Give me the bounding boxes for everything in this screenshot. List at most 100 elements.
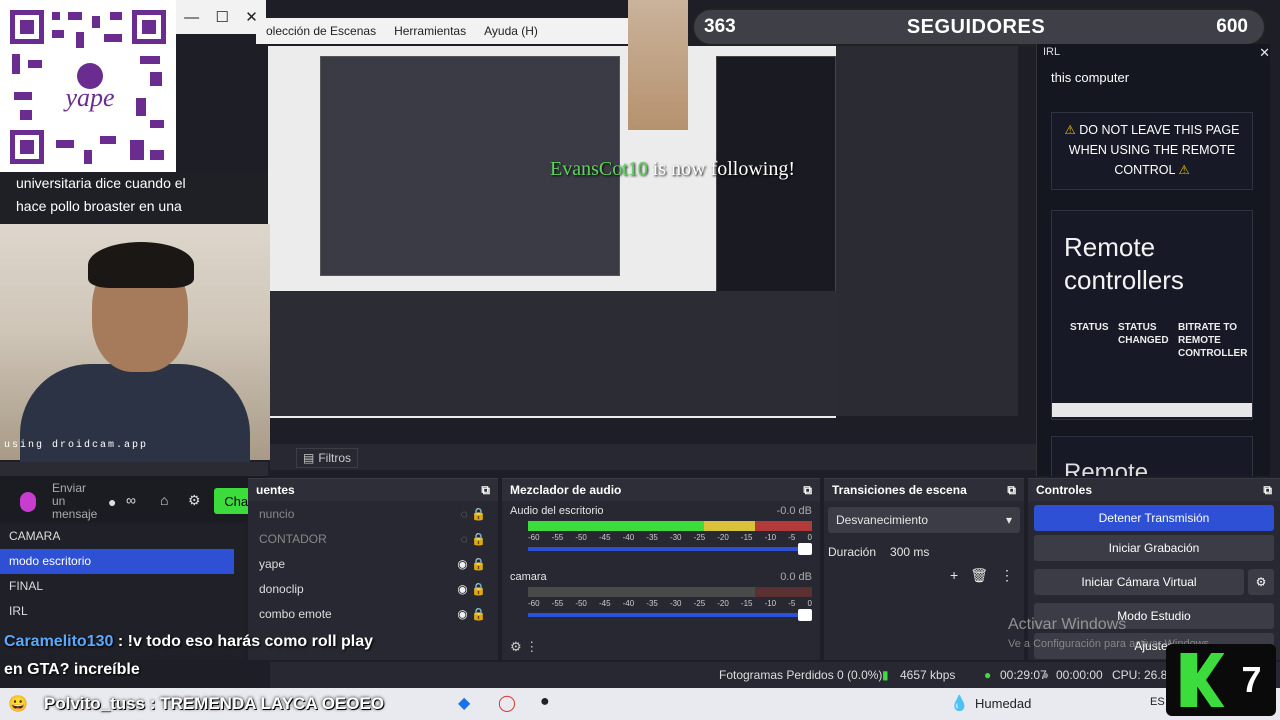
- irl-dock: IRL ✕ this computer ⚠ DO NOT LEAVE THIS …: [1036, 44, 1270, 476]
- svg-text:yape: yape: [62, 83, 114, 112]
- controls-header: Controles ⧉: [1028, 479, 1280, 501]
- meter-tick: -40: [622, 533, 635, 542]
- taskbar: 😀 Polvito_tuss : TREMENDA LAYCA OEOEO ◆ …: [0, 688, 1280, 720]
- undock-icon[interactable]: ⧉: [1007, 483, 1016, 498]
- remote-controllers-title: Remote controllers: [1064, 232, 1184, 295]
- mixer-track: camara 0.0 dB -60 -55 -50 -45 -40 -35 -30 -25 -20-…: [502, 567, 820, 633]
- transition-selected: Desvanecimiento: [836, 513, 929, 527]
- mixer-header: Mezclador de audio ⧉: [502, 479, 820, 501]
- meter-tick: -10: [764, 533, 777, 542]
- mixer-track: Audio del escritorio -0.0 dB -60 -55 -50 -45-…: [502, 501, 820, 567]
- scene-item[interactable]: FINAL: [0, 574, 244, 599]
- filters-button[interactable]: ▤ Filtros: [296, 448, 359, 468]
- rec-icon: ●: [1042, 668, 1050, 682]
- volume-slider-handle[interactable]: [798, 543, 812, 555]
- meter-tick: -5: [788, 599, 796, 608]
- irl-computer-label: this computer: [1051, 70, 1130, 85]
- eye-icon[interactable]: ◉ 🔒: [457, 557, 486, 571]
- maximize-icon[interactable]: ☐: [215, 8, 228, 26]
- horizontal-scrollbar[interactable]: [1052, 403, 1252, 417]
- source-toolbar: ▤ Filtros: [270, 444, 1036, 470]
- k7-number: 7: [1241, 659, 1262, 700]
- menu-help[interactable]: Ayuda (H): [484, 24, 538, 38]
- droidcam-watermark: using droidcam.app: [4, 440, 149, 451]
- volume-slider[interactable]: [528, 609, 812, 621]
- transitions-dock: Transiciones de escena ⧉ Desvanecimiento ▾…: [824, 478, 1024, 660]
- filters-label: Filtros: [318, 451, 352, 465]
- source-name: yape: [259, 556, 286, 571]
- transition-select[interactable]: Desvanecimiento ▾: [828, 507, 1020, 533]
- dropped-frames: Fotogramas Perdidos 0 (0.0%): [719, 668, 883, 682]
- mic-icon[interactable]: [20, 492, 36, 512]
- meter-tick: -35: [646, 599, 658, 608]
- meter-tick: -20: [717, 599, 729, 608]
- gear-icon[interactable]: ⚙: [1248, 569, 1274, 595]
- meter-tick: -35: [646, 533, 658, 542]
- stop-stream-button[interactable]: Detener Transmisión: [1034, 505, 1274, 531]
- meter-tick: -30: [669, 533, 682, 542]
- chat-input[interactable]: Enviar un mensaje: [52, 482, 102, 521]
- start-virtual-cam-button[interactable]: Iniciar Cámara Virtual: [1034, 569, 1244, 595]
- humidity-icon: 💧: [950, 695, 969, 712]
- irl-dock-title: IRL: [1043, 46, 1061, 58]
- mixer-title: Mezclador de audio: [510, 483, 622, 497]
- menu-tools[interactable]: Herramientas: [394, 24, 466, 38]
- meter-tick: -55: [551, 599, 564, 608]
- store-icon[interactable]: ⌂: [160, 492, 168, 508]
- source-item[interactable]: yape ◉ 🔒: [248, 551, 498, 576]
- opera-icon[interactable]: ◯: [498, 693, 516, 713]
- meter-tick: -40: [622, 599, 635, 608]
- meter-ticks: -60 -55 -50 -45 -40 -35 -30 -25 -20 -15 -10 -5 0: [528, 599, 812, 608]
- volume-slider-handle[interactable]: [798, 609, 812, 621]
- start-recording-button[interactable]: Iniciar Grabación: [1034, 535, 1274, 561]
- users-icon[interactable]: ●: [108, 494, 116, 510]
- menu-scene-collection[interactable]: olección de Escenas: [266, 24, 376, 38]
- source-item[interactable]: nuncio ◌ 🔒: [248, 501, 498, 526]
- emoji-icon: 😀: [8, 696, 28, 713]
- col-bitrate: BITRATE TO REMOTE CONTROLLER: [1178, 322, 1248, 359]
- chevron-down-icon: ▾: [1005, 513, 1012, 527]
- sources-list: nuncio ◌ 🔒 CONTADOR ◌ 🔒 yape ◉ 🔒 donoclip ◉ 🔒 co…: [248, 501, 498, 626]
- webcam-feed: using droidcam.app: [0, 224, 270, 464]
- scene-item[interactable]: CAMARA: [0, 524, 244, 549]
- eye-off-icon[interactable]: ◌ 🔒: [461, 532, 486, 546]
- mixer-tracks: Audio del escritorio -0.0 dB -60 -55 -50 -45-…: [502, 501, 820, 633]
- undock-icon[interactable]: ⧉: [481, 483, 490, 498]
- scene-item[interactable]: IRL: [0, 599, 244, 624]
- scene-item-selected[interactable]: modo escritorio: [0, 549, 234, 574]
- window-controls: — ☐ ✕: [176, 0, 266, 34]
- gear-icon[interactable]: ⚙: [188, 492, 201, 509]
- volume-slider[interactable]: [528, 543, 812, 555]
- chat-username: Caramelito130: [4, 633, 114, 650]
- eye-icon[interactable]: ◉ 🔒: [457, 582, 486, 596]
- minimize-icon[interactable]: —: [184, 9, 199, 26]
- eye-off-icon[interactable]: ◌ 🔒: [461, 507, 486, 521]
- undock-icon[interactable]: ⧉: [1263, 483, 1272, 498]
- infinity-icon[interactable]: ∞: [126, 492, 136, 508]
- mixer-settings-icon[interactable]: ⚙ ⋮: [510, 639, 538, 655]
- source-item[interactable]: CONTADOR ◌ 🔒: [248, 526, 498, 551]
- volume-meter: [528, 521, 812, 531]
- language-indicator[interactable]: ES: [1150, 696, 1165, 708]
- secondary-camera: [628, 0, 688, 130]
- meter-tick: -15: [740, 599, 753, 608]
- eye-icon[interactable]: ◉ 🔒: [457, 607, 486, 621]
- close-icon[interactable]: ✕: [1259, 45, 1270, 61]
- meter-tick: -20: [717, 533, 729, 542]
- track-name: Audio del escritorio: [510, 505, 604, 517]
- meter-tick: -25: [693, 533, 706, 542]
- app-icon[interactable]: ◆: [458, 693, 470, 713]
- meter-tick: -25: [693, 599, 706, 608]
- obs-icon[interactable]: ●: [540, 693, 550, 711]
- source-item[interactable]: donoclip ◉ 🔒: [248, 576, 498, 601]
- chat-message-top: universitaria dice cuando el hace pollo …: [0, 172, 268, 224]
- undock-icon[interactable]: ⧉: [803, 483, 812, 498]
- plus-icon[interactable]: +: [950, 567, 958, 584]
- remote-controllers-card: Remote controllers STATUS STATUS CHANGED…: [1051, 210, 1253, 420]
- chat-line-1: universitaria dice cuando el: [16, 175, 186, 191]
- duration-input[interactable]: 300 ms: [884, 539, 1020, 565]
- more-icon[interactable]: ⋮: [1000, 567, 1014, 584]
- meter-tick: 0: [807, 599, 812, 608]
- source-item[interactable]: combo emote ◉ 🔒: [248, 601, 498, 626]
- trash-icon[interactable]: 🗑: [970, 567, 988, 584]
